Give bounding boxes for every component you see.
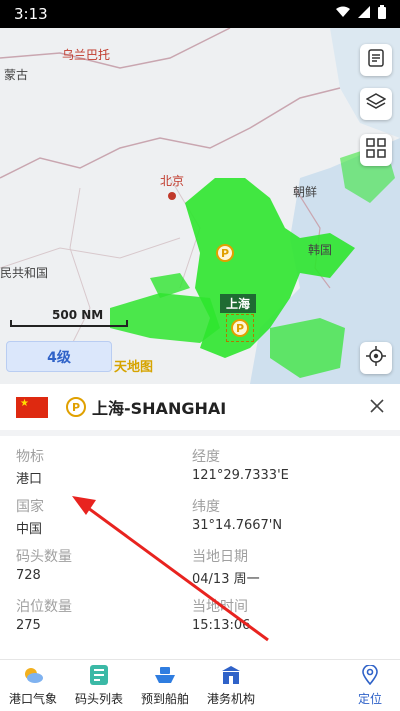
field-latitude: 纬度 31°14.7667'N (192, 499, 283, 533)
map-watermark: 天地图 (114, 360, 154, 375)
field-country: 国家 中国 (16, 499, 44, 537)
map-view[interactable]: 乌兰巴托 蒙古 北京 朝鲜 韩国 民共和国 天地图 P 上海 P 500 NM … (0, 28, 400, 384)
scale-label: 500 NM (52, 308, 104, 322)
grid-icon (366, 138, 386, 162)
china-flag-icon: ★ (16, 396, 48, 418)
field-local-date: 当地日期 04/13 周一 (192, 549, 260, 587)
field-local-time: 当地时间 15:13:06 (192, 599, 251, 633)
port-info-panel: ★ P 上海-SHANGHAI 物标 港口 经度 121°29.7333'E 国… (0, 384, 400, 659)
field-berth-count: 泊位数量 275 (16, 599, 72, 633)
location-pin-icon (359, 664, 381, 686)
field-terminal-count: 码头数量 728 (16, 549, 72, 583)
grid-button[interactable] (360, 134, 392, 166)
bottom-tab-bar: 港口气象 码头列表 预到船舶 港务机构 定位 (0, 659, 400, 711)
tab-locate[interactable]: 定位 (340, 660, 400, 711)
map-base (0, 28, 400, 384)
map-label-ulaanbaatar: 乌兰巴托 (62, 48, 111, 62)
legend-button[interactable] (360, 44, 392, 76)
layers-button[interactable] (360, 88, 392, 120)
tab-arriving-ships[interactable]: 预到船舶 (132, 660, 198, 711)
map-label-beijing: 北京 (160, 174, 185, 188)
port-tag[interactable]: 上海 (220, 294, 257, 313)
tab-port-weather[interactable]: 港口气象 (0, 660, 66, 711)
close-icon[interactable] (370, 398, 384, 417)
zoom-level-button[interactable]: 4级 (6, 341, 112, 372)
tab-terminal-list[interactable]: 码头列表 (66, 660, 132, 711)
weather-icon (22, 664, 44, 686)
ship-icon (154, 664, 176, 686)
status-bar: 3:13 (0, 0, 400, 28)
list-icon (88, 664, 110, 686)
map-label-prc: 民共和国 (0, 266, 49, 280)
port-type-icon: P (66, 397, 86, 417)
port-marker-icon[interactable]: P (216, 244, 234, 262)
document-icon (368, 49, 384, 71)
crosshair-icon (366, 346, 386, 370)
signal-icon (358, 6, 370, 22)
map-label-south-korea: 韩国 (308, 243, 333, 257)
selected-port-icon[interactable]: P (231, 319, 249, 337)
building-icon (220, 664, 242, 686)
wifi-icon (336, 6, 350, 22)
layers-icon (365, 93, 387, 115)
status-time: 3:13 (14, 5, 48, 23)
port-name: 上海-SHANGHAI (92, 399, 227, 418)
scale-bar: 500 NM (8, 308, 130, 328)
map-label-north-korea: 朝鲜 (293, 185, 318, 199)
map-label-mongolia: 蒙古 (4, 68, 29, 82)
port-fields: 物标 港口 经度 121°29.7333'E 国家 中国 纬度 31°14.76… (0, 436, 400, 636)
tab-port-authority[interactable]: 港务机构 (198, 660, 264, 711)
panel-header: ★ P 上海-SHANGHAI (0, 384, 400, 430)
field-target-type: 物标 港口 (16, 449, 44, 487)
status-icons (336, 5, 386, 23)
locate-me-button[interactable] (360, 342, 392, 374)
battery-icon (378, 5, 386, 23)
field-longitude: 经度 121°29.7333'E (192, 449, 289, 483)
